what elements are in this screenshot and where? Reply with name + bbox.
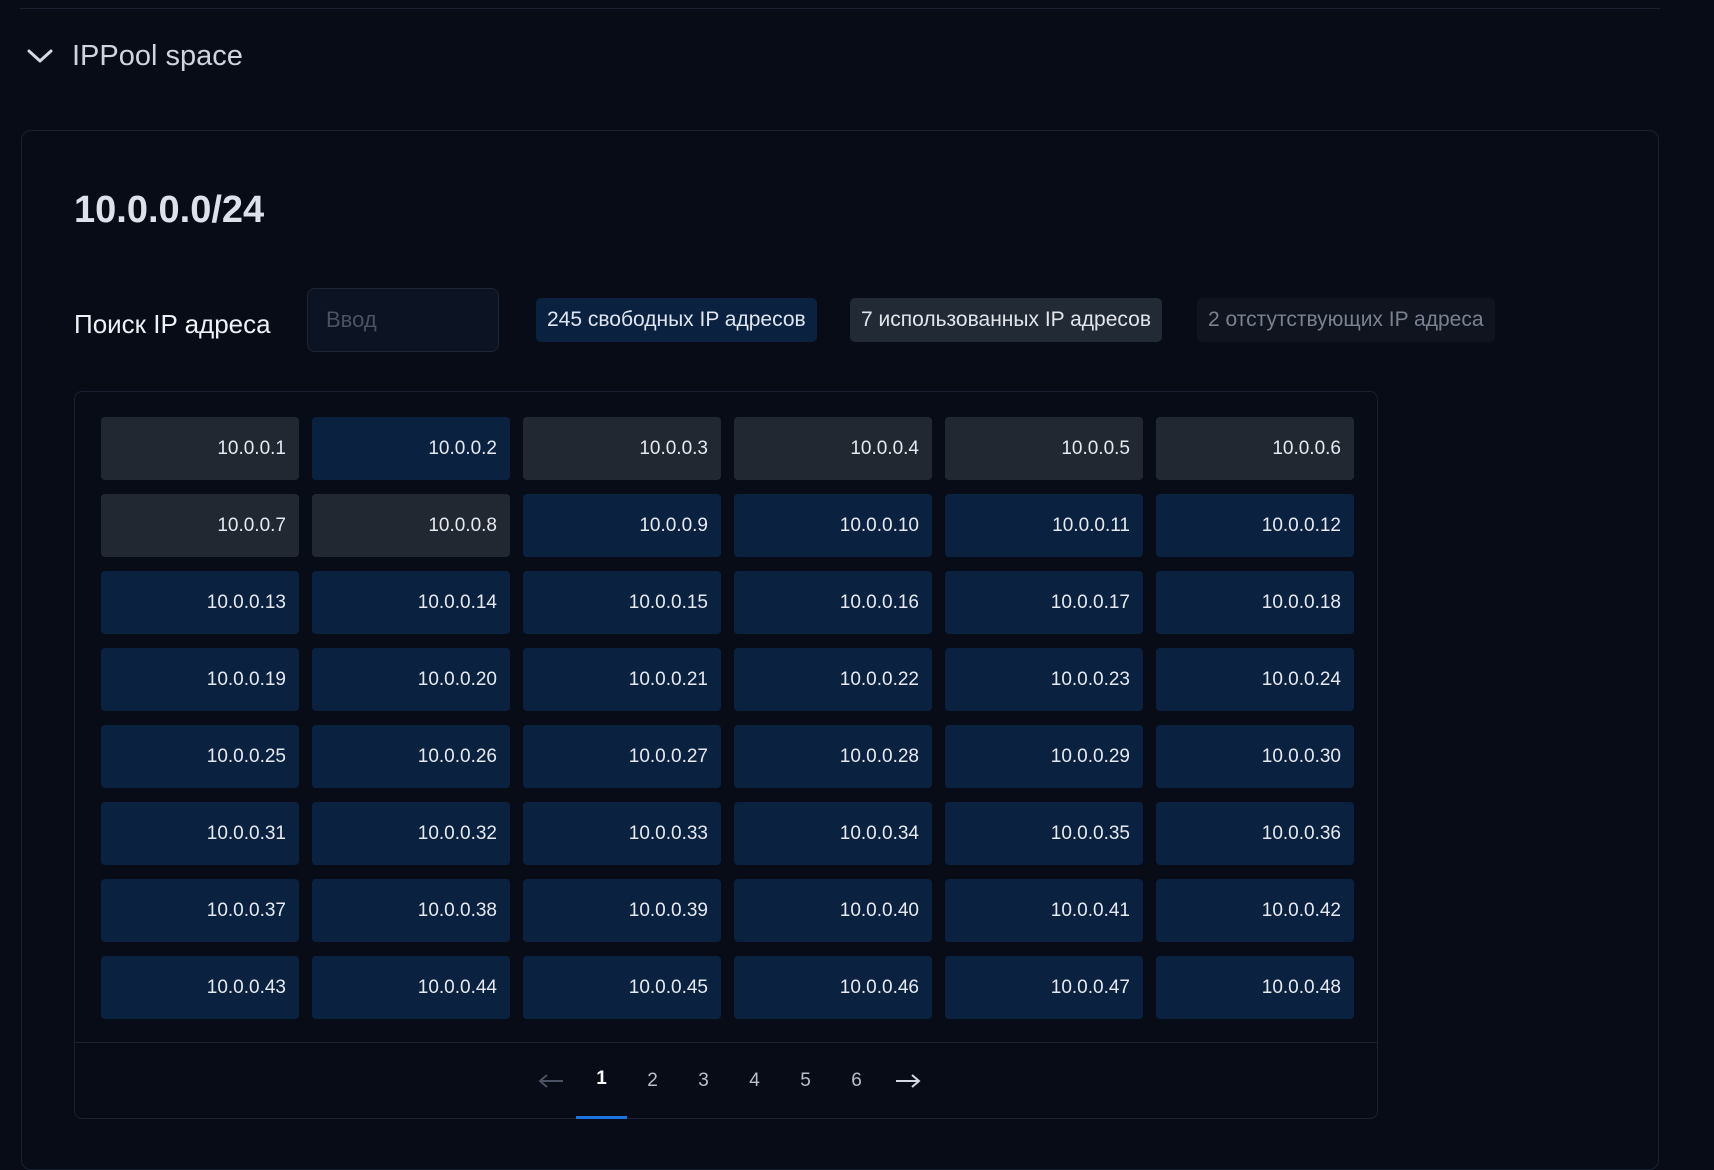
ip-cell[interactable]: 10.0.0.35 (945, 802, 1143, 865)
page-button-4[interactable]: 4 (729, 1042, 780, 1119)
page-button-3[interactable]: 3 (678, 1042, 729, 1119)
ip-cell[interactable]: 10.0.0.1 (101, 417, 299, 480)
chevron-down-icon[interactable] (22, 38, 58, 74)
search-label: Поиск IP адреса (74, 309, 271, 339)
ip-cell[interactable]: 10.0.0.12 (1156, 494, 1354, 557)
ip-search-input[interactable] (307, 288, 499, 352)
ip-cell[interactable]: 10.0.0.19 (101, 648, 299, 711)
ip-cell[interactable]: 10.0.0.13 (101, 571, 299, 634)
ip-cell[interactable]: 10.0.0.30 (1156, 725, 1354, 788)
ip-cell[interactable]: 10.0.0.44 (312, 956, 510, 1019)
ip-cell[interactable]: 10.0.0.41 (945, 879, 1143, 942)
page-button-6[interactable]: 6 (831, 1042, 882, 1119)
ippool-card: 10.0.0.0/24 Поиск IP адреса 245 свободны… (21, 130, 1659, 1170)
top-divider (20, 8, 1660, 9)
ip-cell[interactable]: 10.0.0.42 (1156, 879, 1354, 942)
ip-cell[interactable]: 10.0.0.2 (312, 417, 510, 480)
ip-cell[interactable]: 10.0.0.37 (101, 879, 299, 942)
ip-cell[interactable]: 10.0.0.47 (945, 956, 1143, 1019)
ip-cell[interactable]: 10.0.0.7 (101, 494, 299, 557)
used-ips-badge[interactable]: 7 использованных IP адресов (850, 298, 1162, 342)
ip-cell[interactable]: 10.0.0.4 (734, 417, 932, 480)
ip-cell[interactable]: 10.0.0.48 (1156, 956, 1354, 1019)
ip-cell[interactable]: 10.0.0.29 (945, 725, 1143, 788)
ip-cell[interactable]: 10.0.0.21 (523, 648, 721, 711)
ip-cell[interactable]: 10.0.0.14 (312, 571, 510, 634)
ip-cell[interactable]: 10.0.0.16 (734, 571, 932, 634)
arrow-left-icon[interactable] (525, 1042, 576, 1119)
missing-ips-badge[interactable]: 2 отстутствующих IP адреса (1197, 298, 1495, 342)
ip-cell[interactable]: 10.0.0.36 (1156, 802, 1354, 865)
section-title: IPPool space (72, 39, 243, 72)
ip-cell[interactable]: 10.0.0.27 (523, 725, 721, 788)
ip-cell[interactable]: 10.0.0.24 (1156, 648, 1354, 711)
ip-cell[interactable]: 10.0.0.8 (312, 494, 510, 557)
ip-grid: 10.0.0.1 10.0.0.2 10.0.0.3 10.0.0.4 10.0.0.5… (101, 417, 1354, 1019)
ip-cell[interactable]: 10.0.0.3 (523, 417, 721, 480)
ip-cell[interactable]: 10.0.0.9 (523, 494, 721, 557)
ip-cell[interactable]: 10.0.0.46 (734, 956, 932, 1019)
ip-cell[interactable]: 10.0.0.38 (312, 879, 510, 942)
cidr-title: 10.0.0.0/24 (74, 189, 265, 231)
ip-cell[interactable]: 10.0.0.28 (734, 725, 932, 788)
ip-grid-panel: 10.0.0.1 10.0.0.2 10.0.0.3 10.0.0.4 10.0.0.5… (74, 391, 1378, 1119)
ip-cell[interactable]: 10.0.0.39 (523, 879, 721, 942)
ip-cell[interactable]: 10.0.0.45 (523, 956, 721, 1019)
ip-cell[interactable]: 10.0.0.17 (945, 571, 1143, 634)
ip-cell[interactable]: 10.0.0.5 (945, 417, 1143, 480)
ip-cell[interactable]: 10.0.0.15 (523, 571, 721, 634)
ip-cell[interactable]: 10.0.0.33 (523, 802, 721, 865)
ip-cell[interactable]: 10.0.0.11 (945, 494, 1143, 557)
page-button-2[interactable]: 2 (627, 1042, 678, 1119)
section-header-ippool[interactable]: IPPool space (22, 28, 243, 84)
pagination: 123456 (525, 1042, 933, 1119)
ip-cell[interactable]: 10.0.0.25 (101, 725, 299, 788)
ip-cell[interactable]: 10.0.0.18 (1156, 571, 1354, 634)
ip-cell[interactable]: 10.0.0.32 (312, 802, 510, 865)
free-ips-badge[interactable]: 245 свободных IP адресов (536, 298, 817, 342)
ip-cell[interactable]: 10.0.0.20 (312, 648, 510, 711)
ip-cell[interactable]: 10.0.0.34 (734, 802, 932, 865)
ip-cell[interactable]: 10.0.0.43 (101, 956, 299, 1019)
page-button-1[interactable]: 1 (576, 1042, 627, 1119)
ip-cell[interactable]: 10.0.0.23 (945, 648, 1143, 711)
ip-cell[interactable]: 10.0.0.22 (734, 648, 932, 711)
arrow-right-icon[interactable] (882, 1042, 933, 1119)
page-button-5[interactable]: 5 (780, 1042, 831, 1119)
ip-cell[interactable]: 10.0.0.10 (734, 494, 932, 557)
ip-cell[interactable]: 10.0.0.26 (312, 725, 510, 788)
ip-cell[interactable]: 10.0.0.31 (101, 802, 299, 865)
ip-cell[interactable]: 10.0.0.6 (1156, 417, 1354, 480)
ip-cell[interactable]: 10.0.0.40 (734, 879, 932, 942)
